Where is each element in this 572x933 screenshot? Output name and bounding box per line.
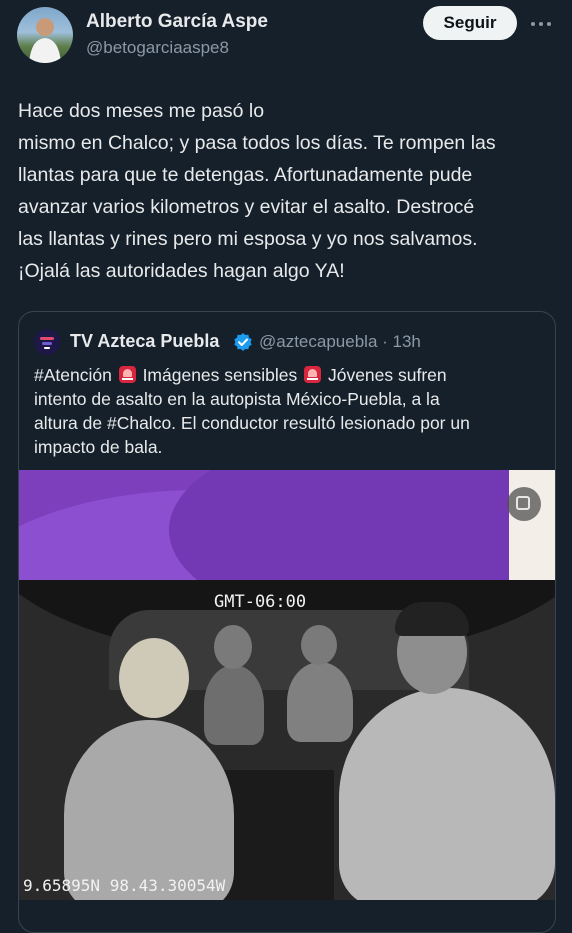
quoted-text-fragment: Jóvenes sufren [323,365,447,385]
tweet-line: llantas para que te detengas. Afortunada… [18,164,473,186]
quoted-line: #Atención Imágenes sensibles Jóvenes suf… [34,363,544,387]
quoted-author-name[interactable]: TV Azteca Puebla [70,331,219,352]
video-coords-overlay: 9.65895N 98.43.30054W [23,876,226,895]
tweet-text: Hace dos meses me pasó lo mismo en Chalc… [18,95,558,287]
quoted-line: intento de asalto en la autopista México… [34,389,440,409]
tweet-line: mismo en Chalco; y pasa todos los días. … [18,132,496,154]
author-handle[interactable]: @betogarciaaspe8 [86,38,229,58]
video-timestamp-overlay: GMT-06:00 [214,592,307,612]
author-name[interactable]: Alberto García Aspe [86,11,268,33]
police-light-icon [118,366,136,383]
quoted-handle-time[interactable]: @aztecapuebla · 13h [259,332,421,352]
author-avatar[interactable] [17,7,73,63]
quoted-author-avatar[interactable] [34,329,60,355]
police-light-icon [304,366,322,383]
tweet-header: Alberto García Aspe @betogarciaaspe8 Seg… [0,0,572,80]
tweet-line: avanzar varios kilometros y evitar el as… [18,196,475,218]
tweet-line: ¡Ojalá las autoridades hagan algo YA! [18,260,345,282]
tweet-line: Hace dos meses me pasó lo [18,100,265,122]
quoted-text-fragment: Imágenes sensibles [137,365,303,385]
tweet-line: las llantas y rines pero mi esposa y yo … [18,228,478,250]
quoted-tweet[interactable]: TV Azteca Puebla @aztecapuebla · 13h #At… [18,311,556,933]
quoted-line: altura de #Chalco. El conductor resultó … [34,413,470,433]
hashtag-atencion[interactable]: #Atención [34,365,117,385]
quoted-text: #Atención Imágenes sensibles Jóvenes suf… [34,363,544,459]
quoted-media[interactable]: GMT-06:00 9.65895N 98.43.30054W [19,470,555,900]
dashcam-frame: GMT-06:00 9.65895N 98.43.30054W [19,580,555,900]
verified-badge-icon [233,332,253,352]
more-dots-icon[interactable] [530,14,552,34]
quoted-line: impacto de bala. [34,437,163,457]
follow-button[interactable]: Seguir [423,6,517,40]
media-settings-icon[interactable] [507,487,541,521]
media-header-graphic [19,470,555,580]
